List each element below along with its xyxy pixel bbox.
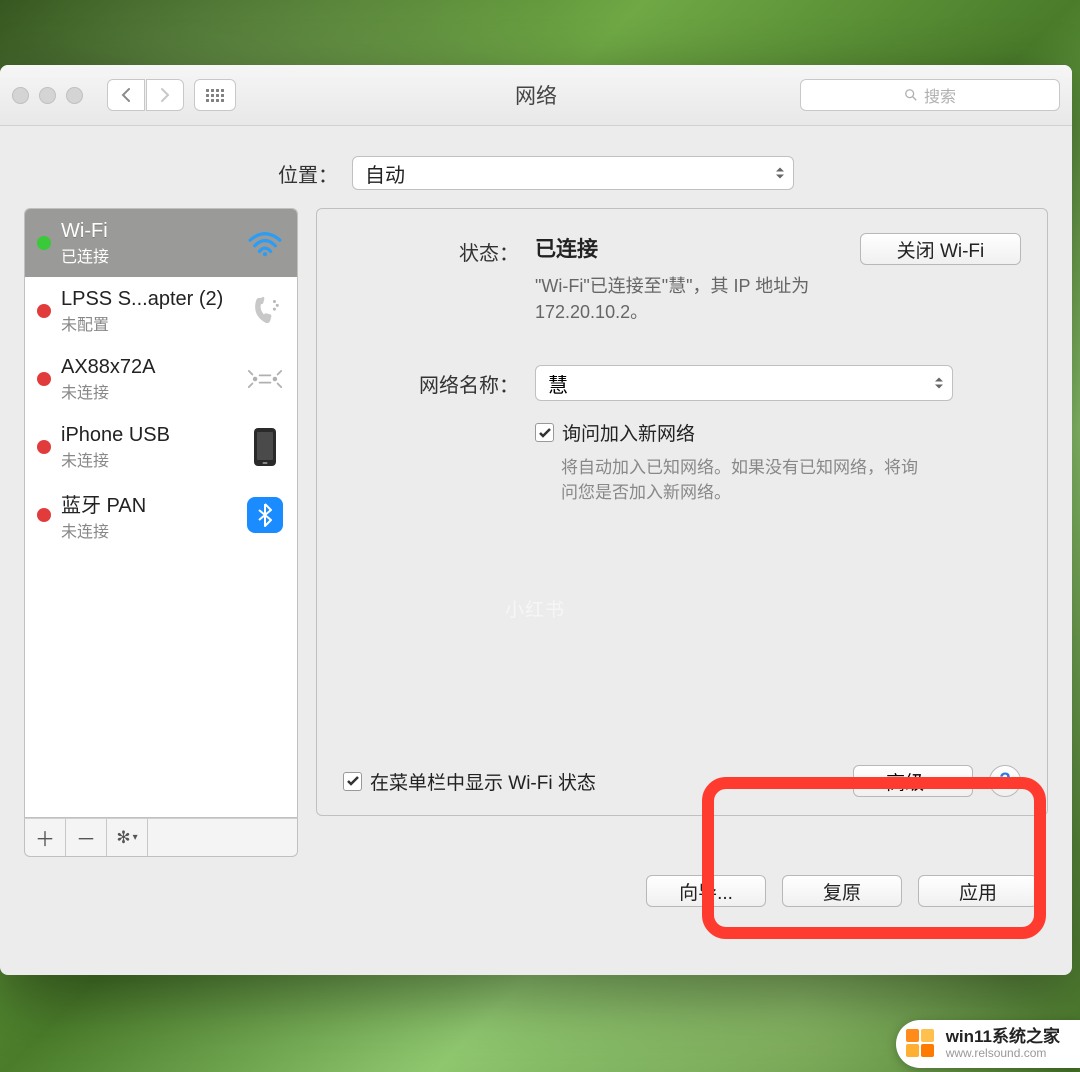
status-dot-icon <box>37 440 51 454</box>
interface-item-ax88[interactable]: AX88x72A 未连接 <box>25 345 297 413</box>
search-placeholder: 搜索 <box>924 83 956 107</box>
interface-item-wifi[interactable]: Wi-Fi 已连接 <box>25 209 297 277</box>
network-preferences-window: 网络 搜索 位置： 自动 <box>0 65 1072 975</box>
interface-text: iPhone USB 未连接 <box>61 424 235 471</box>
window-titlebar: 网络 搜索 <box>0 65 1072 126</box>
help-button[interactable]: ? <box>989 765 1021 797</box>
watermark-brand: win11系统之家 www.relsound.com <box>896 1020 1080 1068</box>
search-icon <box>904 88 918 102</box>
back-button[interactable] <box>107 79 145 111</box>
interface-text: AX88x72A 未连接 <box>61 356 235 403</box>
grid-icon <box>206 89 224 102</box>
interface-status: 未连接 <box>61 518 235 542</box>
sidebar-toolbar: ＋ － ✻▾ <box>24 818 298 857</box>
nav-buttons <box>107 79 184 111</box>
body-row: Wi-Fi 已连接 LPSS S...apter (2) 未配置 <box>0 208 1072 857</box>
brand-logo-icon <box>906 1029 936 1059</box>
interface-text: 蓝牙 PAN 未连接 <box>61 489 235 542</box>
status-row: 状态： 已连接 "Wi-Fi"已连接至"慧"，其 IP 地址为172.20.10… <box>343 233 1021 325</box>
interface-item-lpss[interactable]: LPSS S...apter (2) 未配置 <box>25 277 297 345</box>
interface-status: 未连接 <box>61 447 235 471</box>
status-dot-icon <box>37 372 51 386</box>
status-dot-icon <box>37 508 51 522</box>
interface-name: iPhone USB <box>61 424 235 447</box>
close-button[interactable] <box>12 87 29 104</box>
interface-name: Wi-Fi <box>61 220 235 243</box>
ask-join-checkbox[interactable] <box>535 423 554 442</box>
desktop-background: 网络 搜索 位置： 自动 <box>0 0 1080 1072</box>
apply-button[interactable]: 应用 <box>918 875 1038 907</box>
interface-status: 未连接 <box>61 379 235 403</box>
network-name-row: 网络名称： 慧 询问加 <box>343 365 1021 505</box>
checkmark-icon <box>539 428 551 438</box>
ask-join-row: 询问加入新网络 <box>535 419 1021 446</box>
turn-off-wifi-button[interactable]: 关闭 Wi-Fi <box>860 233 1021 265</box>
interface-status: 未配置 <box>61 311 235 335</box>
advanced-button[interactable]: 高级... <box>853 765 973 797</box>
interface-name: LPSS S...apter (2) <box>61 288 235 311</box>
add-interface-button[interactable]: ＋ <box>25 819 66 856</box>
chevron-right-icon <box>159 87 171 103</box>
wizard-button[interactable]: 向导... <box>646 875 766 907</box>
ethernet-icon <box>245 359 285 399</box>
brand-line2: www.relsound.com <box>946 1047 1060 1060</box>
footer-buttons: 向导... 复原 应用 <box>0 857 1072 907</box>
bottom-row: 在菜单栏中显示 Wi-Fi 状态 高级... ? <box>343 765 1021 797</box>
brand-text: win11系统之家 www.relsound.com <box>946 1028 1060 1060</box>
show-menu-checkbox[interactable] <box>343 772 362 791</box>
status-dot-icon <box>37 304 51 318</box>
iphone-icon <box>245 427 285 467</box>
location-value: 自动 <box>365 159 405 188</box>
ask-join-label: 询问加入新网络 <box>562 419 695 446</box>
remove-interface-button[interactable]: － <box>66 819 107 856</box>
toolbar-spacer <box>148 819 297 856</box>
show-all-button[interactable] <box>194 79 236 111</box>
network-name-label: 网络名称： <box>343 365 535 505</box>
brand-line1: win11系统之家 <box>946 1028 1060 1047</box>
window-title: 网络 <box>515 80 557 110</box>
interface-item-bluetooth[interactable]: 蓝牙 PAN 未连接 <box>25 481 297 549</box>
location-select[interactable]: 自动 <box>352 156 794 190</box>
interface-name: AX88x72A <box>61 356 235 379</box>
main-panel: 状态： 已连接 "Wi-Fi"已连接至"慧"，其 IP 地址为172.20.10… <box>316 208 1048 816</box>
interface-actions-button[interactable]: ✻▾ <box>107 819 148 856</box>
search-field[interactable]: 搜索 <box>800 79 1060 111</box>
interface-status: 已连接 <box>61 243 235 267</box>
chevron-left-icon <box>120 87 132 103</box>
network-name-value: 慧 <box>548 369 568 398</box>
interface-sidebar: Wi-Fi 已连接 LPSS S...apter (2) 未配置 <box>24 208 298 857</box>
select-arrows-icon <box>775 167 785 180</box>
ask-join-description: 将自动加入已知网络。如果没有已知网络，将询问您是否加入新网络。 <box>561 456 921 505</box>
show-menu-label: 在菜单栏中显示 Wi-Fi 状态 <box>370 768 596 795</box>
interface-name: 蓝牙 PAN <box>61 489 235 518</box>
interface-item-iphone[interactable]: iPhone USB 未连接 <box>25 413 297 481</box>
interface-text: Wi-Fi 已连接 <box>61 220 235 267</box>
wifi-icon <box>245 223 285 263</box>
network-name-select[interactable]: 慧 <box>535 365 953 401</box>
status-value: 已连接 <box>535 233 840 263</box>
select-arrows-icon <box>934 377 944 390</box>
location-label: 位置： <box>278 159 338 188</box>
status-label: 状态： <box>343 233 535 325</box>
revert-button[interactable]: 复原 <box>782 875 902 907</box>
interface-text: LPSS S...apter (2) 未配置 <box>61 288 235 335</box>
interface-list: Wi-Fi 已连接 LPSS S...apter (2) 未配置 <box>24 208 298 818</box>
traffic-lights <box>12 87 83 104</box>
checkmark-icon <box>347 776 359 786</box>
status-description: "Wi-Fi"已连接至"慧"，其 IP 地址为172.20.10.2。 <box>535 273 840 325</box>
bluetooth-icon <box>245 495 285 535</box>
phone-icon <box>245 291 285 331</box>
status-dot-icon <box>37 236 51 250</box>
minimize-button[interactable] <box>39 87 56 104</box>
zoom-button[interactable] <box>66 87 83 104</box>
forward-button[interactable] <box>146 79 184 111</box>
location-row: 位置： 自动 <box>0 126 1072 208</box>
